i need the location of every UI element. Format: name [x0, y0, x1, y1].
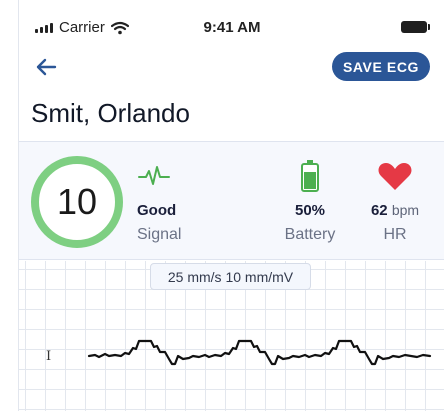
ecg-waveform — [87, 339, 432, 366]
stats-panel: 10 Good Signal 50% Battery 62 bpm HR — [19, 141, 444, 260]
heart-rate-unit: bpm — [391, 202, 420, 218]
heart-rate-stat: 62 bpm HR — [350, 160, 440, 244]
app-screen: Carrier 9:41 AM SAVE ECG Smit, Orlando 1… — [18, 0, 444, 411]
signal-label: Signal — [137, 226, 182, 243]
heart-rate-number: 62 — [370, 202, 388, 219]
save-ecg-button[interactable]: SAVE ECG — [332, 52, 430, 81]
status-bar: Carrier 9:41 AM — [19, 0, 444, 40]
back-arrow-icon[interactable] — [33, 55, 59, 79]
battery-status-icon — [401, 21, 430, 33]
heart-rate-label: HR — [383, 226, 407, 243]
signal-score-value: 10 — [56, 181, 98, 222]
signal-score-ring: 10 — [31, 156, 123, 248]
status-time: 9:41 AM — [203, 19, 261, 36]
battery-stat: 50% Battery — [265, 160, 355, 244]
signal-stat: Good Signal — [115, 160, 211, 244]
pulse-icon — [138, 166, 170, 185]
heart-rate-value: 62 bpm — [350, 202, 440, 219]
patient-name: Smit, Orlando — [31, 98, 190, 128]
battery-value: 50% — [294, 202, 326, 219]
signal-value: Good — [137, 202, 177, 219]
heart-icon — [378, 163, 412, 190]
ecg-strip: 25 mm/s 10 mm/mV I — [19, 261, 444, 411]
battery-label: Battery — [284, 226, 336, 243]
battery-icon — [301, 160, 319, 192]
